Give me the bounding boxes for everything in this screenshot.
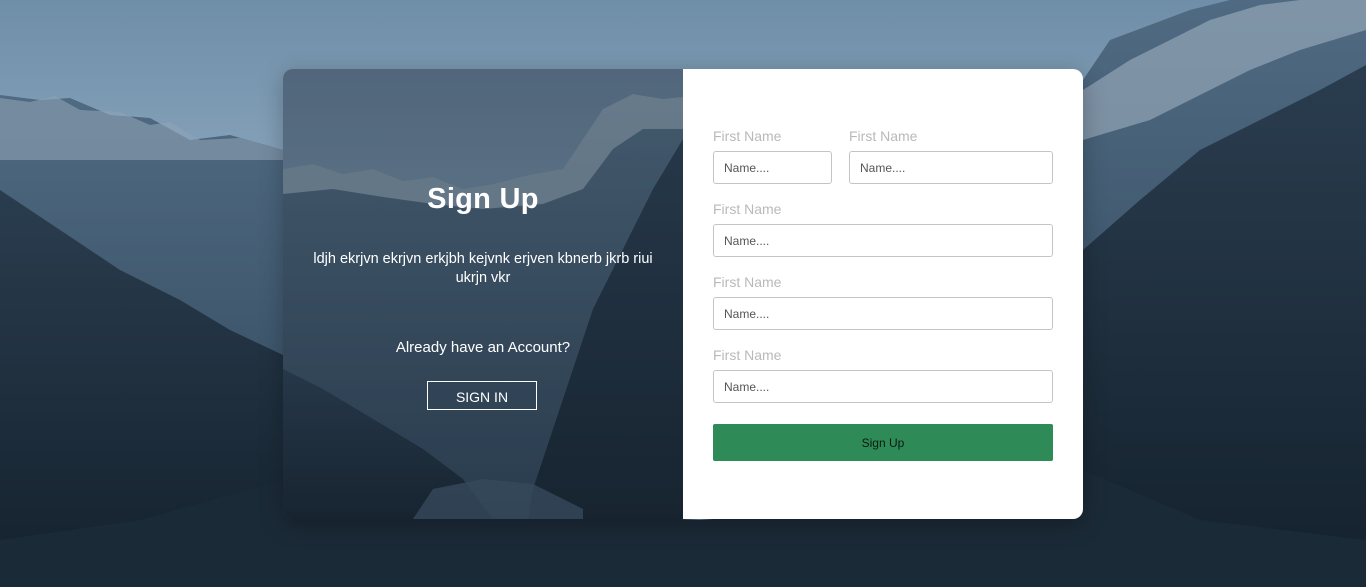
field-label-5: First Name xyxy=(713,347,782,363)
panel-description: ldjh ekrjvn ekrjvn erkjbh kejvnk erjven … xyxy=(313,251,653,286)
first-name-input-2[interactable] xyxy=(849,151,1053,184)
field-label-3: First Name xyxy=(713,201,782,217)
sign-in-button[interactable]: SIGN IN xyxy=(427,381,537,410)
signup-card: Sign Up ldjh ekrjvn ekrjvn erkjbh kejvnk… xyxy=(283,69,1083,519)
panel-title: Sign Up xyxy=(427,183,539,215)
signup-form: First Name First Name First Name First N… xyxy=(683,69,1083,519)
first-name-input-5[interactable] xyxy=(713,370,1053,403)
sign-up-button[interactable]: Sign Up xyxy=(713,424,1053,461)
account-question: Already have an Account? xyxy=(395,339,571,356)
first-name-input-3[interactable] xyxy=(713,224,1053,257)
field-label-4: First Name xyxy=(713,274,782,290)
signup-info-panel: Sign Up ldjh ekrjvn ekrjvn erkjbh kejvnk… xyxy=(283,69,683,519)
first-name-input-1[interactable] xyxy=(713,151,832,184)
field-label-1: First Name xyxy=(713,128,782,144)
first-name-input-4[interactable] xyxy=(713,297,1053,330)
field-label-2: First Name xyxy=(849,128,918,144)
